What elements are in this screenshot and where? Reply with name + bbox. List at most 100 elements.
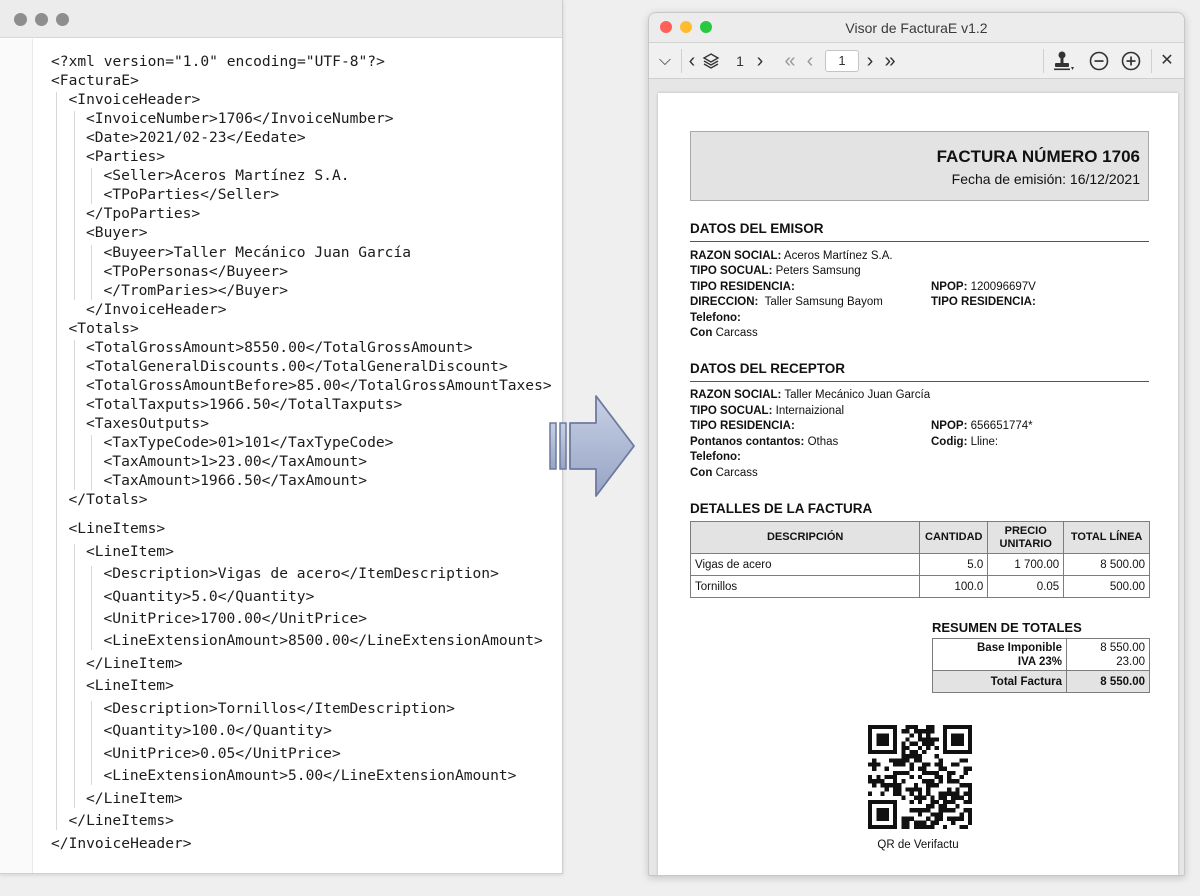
totals-table: Base Imponible 8 550.00 IVA 23% 23.00 To… [932,638,1150,693]
invoice-header-box: FACTURA NÚMERO 1706 Fecha de emisión: 16… [690,131,1149,201]
chevron-down-icon[interactable]: ⌵ [655,43,675,79]
indent-guide [73,111,75,300]
zoom-in-icon[interactable] [1119,43,1143,79]
last-page-button[interactable]: » [881,43,899,79]
xml-code-line: </Totals> [68,491,148,509]
xml-code-line: <TotalGeneralDiscounts.00</TotalGeneralD… [86,357,508,375]
cell-precio: 0.05 [987,575,1065,598]
xml-code-line: <TPoPersonas</Buyeer> [103,262,289,280]
xml-code-line: <LineExtensionAmount>5.00</LineExtension… [103,767,517,785]
iva-label: IVA 23% [932,654,1067,671]
xml-code-line: <Seller>Aceros Martínez S.A. [103,167,350,185]
issue-date: Fecha de emisión: 16/12/2021 [951,171,1140,187]
xml-code-line: <?xml version="1.0" encoding="UTF-8"?> [51,53,385,70]
invoice-viewer-window: Visor de FacturaE v1.2 ⌵ ‹ 1 › « ‹ 1 › »… [648,12,1185,876]
xml-code-line: </InvoiceHeader> [86,300,227,318]
iva-row: IVA 23% 23.00 [932,654,1150,671]
total-factura-value: 8 550.00 [1066,670,1150,693]
xml-code-line: <TaxesOutputs> [86,414,210,432]
next-layer-button[interactable]: › [753,43,767,79]
detalles-heading: DETALLES DE LA FACTURA [690,501,873,516]
xml-code-line: <UnitPrice>1700.00</UnitPrice> [103,610,368,627]
qr-code-icon [868,725,972,829]
next-page-button[interactable]: › [863,43,877,79]
invoice-page: FACTURA NÚMERO 1706 Fecha de emisión: 16… [658,93,1178,875]
emisor-telefono: Telefono: [690,312,741,324]
cell-precio: 1 700.00 [987,553,1065,576]
minimize-window-button[interactable] [35,13,48,26]
receptor-pontanos: Pontanos contantos: Othas [690,436,839,448]
receptor-con: Con Carcass [690,467,758,479]
cell-cantidad: 100.0 [919,575,989,598]
editor-titlebar [0,0,562,38]
xml-code-line: <FacturaE> [51,72,139,90]
receptor-heading: DATOS DEL RECEPTOR [690,361,1149,382]
xml-code-line: <InvoiceNumber>1706</InvoiceNumber> [86,110,394,128]
xml-code-line: <TotalTaxputs>1966.50</TotalTaxputs> [86,395,403,413]
first-page-button[interactable]: « [781,43,799,79]
base-imponible-value: 8 550.00 [1066,638,1150,655]
cell-total: 500.00 [1063,575,1150,598]
base-imponible-label: Base Imponible [932,638,1067,655]
toolbar-divider [1151,49,1152,73]
xml-code-line: <TaxTypeCode>01>101</TaxTypeCode> [103,434,394,451]
close-window-button[interactable] [14,13,27,26]
xml-code-line: <TotalGrossAmountBefore>85.00</TotalGros… [86,376,552,394]
emisor-razon: RAZON SOCIAL: Aceros Martínez S.A. [690,250,893,262]
indent-guide [91,244,92,300]
xml-code-line: <LineItem> [86,542,174,560]
close-icon[interactable]: ✕ [1157,43,1177,79]
xml-code-line: <InvoiceHeader> [68,91,201,109]
xml-code-line: <LineItems> [68,520,166,538]
emisor-tipo-residencia: TIPO RESIDENCIA: [690,281,795,293]
xml-code-line: <Date>2021/02-23</Eedate> [86,129,306,147]
receptor-npop: NPOP: 656651774* [931,420,1033,432]
receptor-telefono: Telefono: [690,451,741,463]
xml-code-line: <UnitPrice>0.05</UnitPrice> [103,744,341,762]
toolbar-divider [681,49,682,73]
viewer-toolbar: ⌵ ‹ 1 › « ‹ 1 › » ✕ [649,43,1184,79]
xml-code-line: <Parties> [86,148,166,166]
xml-code-line: <Quantity>100.0</Quantity> [103,722,332,740]
page-number-input[interactable]: 1 [825,50,859,72]
xml-code-line: <TaxAmount>1966.50</TaxAmount> [103,472,368,490]
xml-code-line: </TpoParties> [86,205,201,223]
line-gutter [0,39,33,873]
qr-caption: QR de Verifactu [877,839,959,851]
cell-total: 8 500.00 [1063,553,1150,576]
indent-guide [56,92,57,831]
prev-layer-button[interactable]: ‹ [685,43,699,79]
receptor-razon: RAZON SOCIAL: Taller Mecánico Juan Garcí… [690,389,931,401]
xml-code-line: </LineItems> [68,812,174,830]
xml-code-line: </LineItem> [86,654,183,672]
emisor-direccion: DIRECCION: Taller Samsung Bayom [690,296,883,308]
xml-code-line: <Description>Vigas de acero</ItemDescrip… [103,565,499,583]
emisor-npop: NPOP: 120096697V [931,281,1036,293]
resumen-heading: RESUMEN DE TOTALES [932,620,1082,635]
indent-guide [91,566,92,651]
base-imponible-row: Base Imponible 8 550.00 [932,638,1150,655]
xml-code-line: <Buyeer>Taller Mecánico Juan García [103,243,412,261]
xml-editor-window: <?xml version="1.0" encoding="UTF-8"?> <F… [0,0,563,874]
emisor-con: Con Carcass [690,327,758,339]
xml-code-line: <Quantity>5.0</Quantity> [103,587,315,605]
table-header-row: DESCRIPCIÓN CANTIDAD PRECIO UNITARIO TOT… [689,521,1150,554]
indent-guide [91,168,92,205]
xml-code-line: <TPoParties</Seller> [103,186,280,204]
indent-guide [91,435,92,491]
zoom-window-button[interactable] [56,13,69,26]
col-total-linea: TOTAL LÍNEA [1063,521,1150,554]
stamp-icon[interactable] [1049,43,1079,79]
table-row: Vigas de acero 5.0 1 700.00 8 500.00 [689,553,1150,576]
xml-code-line: <LineExtensionAmount>8500.00</LineExtens… [103,632,543,650]
receptor-tipo-residencia: TIPO RESIDENCIA: [690,420,795,432]
indent-guide [73,543,75,808]
zoom-out-icon[interactable] [1087,43,1111,79]
toolbar-divider [1043,49,1044,73]
layers-icon[interactable] [701,43,721,79]
invoice-title: FACTURA NÚMERO 1706 [936,147,1140,166]
emisor-tipo-social: TIPO SOCUAL: Peters Samsung [690,265,861,277]
prev-page-button[interactable]: ‹ [803,43,817,79]
viewer-titlebar: Visor de FacturaE v1.2 [649,13,1184,43]
xml-code-line: <Buyer> [86,224,148,242]
